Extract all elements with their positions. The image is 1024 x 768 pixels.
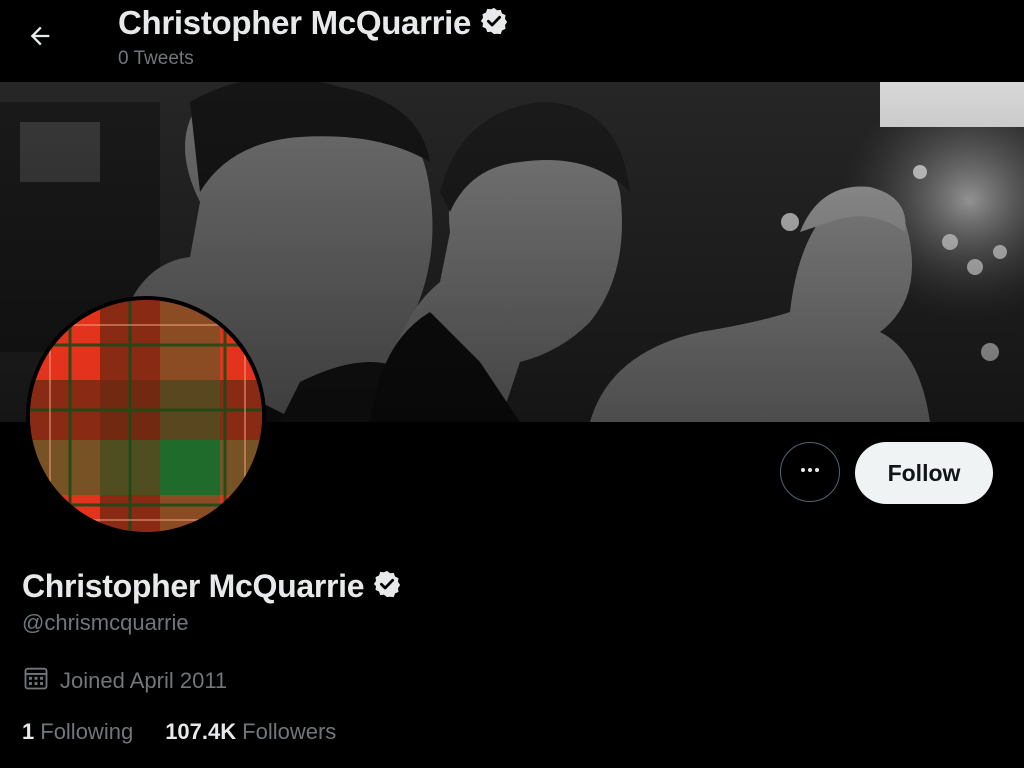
joined-date-row: Joined April 2011 (22, 664, 227, 697)
tweet-count: 0 Tweets (118, 48, 194, 69)
user-handle: @chrismcquarrie (22, 610, 189, 635)
more-options-icon (798, 458, 822, 487)
followers-label: Followers (242, 719, 337, 744)
header-title: Christopher McQuarrie (118, 4, 472, 41)
verified-badge-icon[interactable] (372, 569, 402, 604)
following-link[interactable]: 1 Following (22, 719, 133, 745)
joined-date: Joined April 2011 (60, 667, 228, 693)
back-button[interactable] (18, 16, 62, 60)
profile-name-row: Christopher McQuarrie (22, 568, 402, 605)
more-options-button[interactable] (780, 442, 840, 502)
followers-count: 107.4K (165, 719, 237, 744)
follow-stats: 1 Following 107.4K Followers (22, 719, 336, 745)
calendar-icon (22, 664, 50, 697)
following-count: 1 (22, 719, 35, 744)
profile-header: Christopher McQuarrie 0 Tweets (0, 0, 1024, 82)
verified-badge-icon (479, 6, 509, 41)
profile-avatar[interactable] (26, 296, 266, 536)
tartan-avatar-image (30, 300, 262, 532)
profile-page: Christopher McQuarrie 0 Tweets Follow Ch… (0, 0, 1024, 768)
follow-button[interactable]: Follow (855, 442, 993, 504)
arrow-left-icon (26, 22, 54, 55)
followers-link[interactable]: 107.4K Followers (165, 719, 336, 745)
following-label: Following (40, 719, 134, 744)
display-name: Christopher McQuarrie (22, 568, 365, 604)
header-title-row: Christopher McQuarrie (118, 4, 509, 42)
